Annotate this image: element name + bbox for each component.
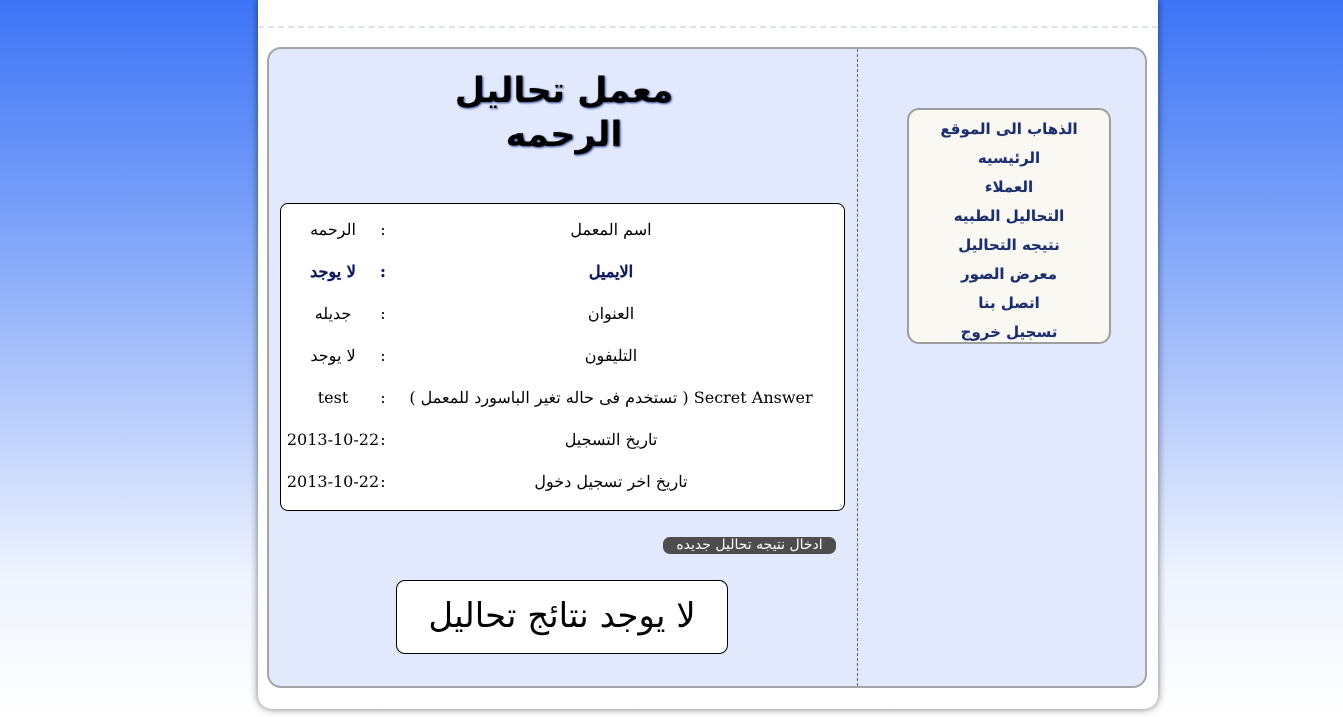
info-value: test [317,388,349,407]
info-value: لا يوجد [310,346,356,365]
page-container: الذهاب الى الموقع الرئيسيه العملاء التحا… [258,0,1158,709]
menu-item-test-results[interactable]: نتيجه التحاليل [909,231,1109,260]
info-label: الايميل [588,262,634,281]
add-new-result-button[interactable]: ادخال نتيجه تحاليل جديده [663,537,836,554]
info-separator: : [380,304,386,323]
info-row-registration-date: 2013-10-22 : تاريخ التسجيل [281,420,844,462]
info-separator: : [380,346,386,365]
sidebar-menu: الذهاب الى الموقع الرئيسيه العملاء التحا… [907,108,1111,344]
menu-item-logout[interactable]: تسجيل خروج [909,318,1109,347]
info-label: تاريخ التسجيل [564,430,658,449]
content-panel: الذهاب الى الموقع الرئيسيه العملاء التحا… [267,47,1147,688]
info-value: لا يوجد [310,262,356,281]
info-label: اسم المعمل [570,220,652,239]
menu-item-go-to-site[interactable]: الذهاب الى الموقع [909,115,1109,144]
menu-item-medical-tests[interactable]: التحاليل الطبيه [909,202,1109,231]
column-divider [857,49,858,686]
info-row-last-login-date: 2013-10-22 : تاريخ اخر تسجيل دخول [281,462,844,504]
info-label: تاريخ اخر تسجيل دخول [534,472,688,491]
info-row-secret-answer: test : Secret Answer ( تستخدم فى حاله تغ… [281,378,844,420]
info-value: 2013-10-22 [286,430,380,449]
info-value: 2013-10-22 [286,472,380,491]
info-value: جديله [314,304,352,323]
lab-info-table: الرحمه : اسم المعمل لا يوجد : الايميل جد… [280,203,845,511]
info-label: التليفون [584,346,638,365]
menu-item-contact-us[interactable]: اتصل بنا [909,289,1109,318]
info-separator: : [380,472,386,491]
info-label: Secret Answer ( تستخدم فى حاله تغير البا… [409,388,813,407]
info-value: الرحمه [310,220,356,239]
menu-item-gallery[interactable]: معرض الصور [909,260,1109,289]
info-separator: : [380,388,386,407]
info-separator: : [380,430,386,449]
menu-item-clients[interactable]: العملاء [909,173,1109,202]
no-results-message: لا يوجد نتائج تحاليل [396,580,728,654]
info-separator: : [380,220,386,239]
info-label: العنوان [587,304,635,323]
header-divider [258,26,1158,28]
info-row-phone: لا يوجد : التليفون [281,336,844,378]
info-row-address: جديله : العنوان [281,294,844,336]
info-row-email: لا يوجد : الايميل [281,252,844,294]
info-separator: : [380,262,386,281]
menu-item-home[interactable]: الرئيسيه [909,144,1109,173]
info-row-lab-name: الرحمه : اسم المعمل [281,210,844,252]
page-title: معمل تحاليل الرحمه [454,71,674,155]
